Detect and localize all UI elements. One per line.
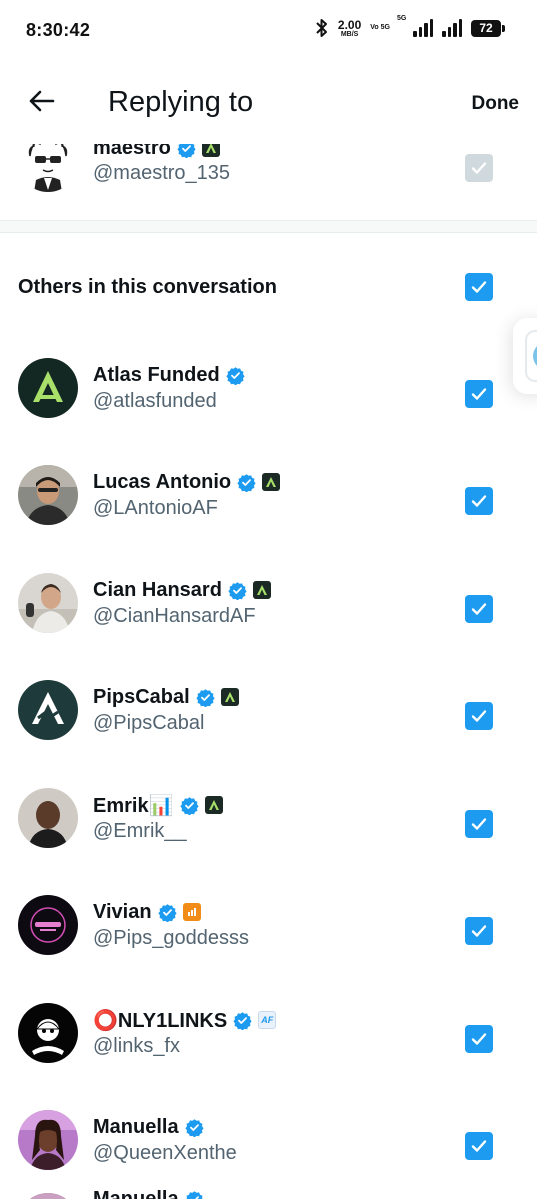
verified-badge-icon [184,1118,204,1137]
back-button[interactable] [24,84,58,118]
verified-badge-icon [185,1190,203,1199]
user-checkbox[interactable] [465,380,493,408]
status-icons: 2.00 MB/S Vo 5G 5G 72 [315,15,505,38]
user-row-partial[interactable]: Manuella [0,1180,537,1199]
user-name-line: Manuella [93,1186,204,1199]
affiliate-badge-icon [262,473,281,491]
primary-user-checkbox[interactable] [465,154,493,182]
back-arrow-icon [29,90,55,112]
avatar [18,1003,78,1063]
affiliate-badge-icon [252,581,271,599]
page-title: Replying to [108,86,254,118]
user-handle: @Pips_goddesss [93,927,249,949]
user-handle: @atlasfunded [93,390,217,412]
user-row-pipscabal[interactable]: PipsCabal @PipsCabal [0,662,537,769]
checkmark-icon [471,281,487,293]
user-name: Vivian [93,900,152,923]
user-checkbox[interactable] [465,810,493,838]
avatar [18,1193,78,1199]
checkmark-icon [471,162,487,174]
avatar [18,680,78,740]
avatar [18,358,78,418]
user-handle: @maestro_135 [93,162,231,184]
user-row-links-fx[interactable]: ⭕NLY1LINKS AF @links_fx [0,985,537,1092]
checkmark-icon [471,710,487,722]
checkmark-icon [471,925,487,937]
network-type: 5G [397,15,407,22]
status-bar: 8:30:42 2.00 MB/S Vo 5G 5G 72 [0,0,537,62]
battery-level: 72 [479,21,493,35]
battery-icon: 72 [471,19,505,37]
user-handle: @Emrik__ [93,820,187,842]
signal-icon: 5G [397,15,433,37]
user-name: PipsCabal [93,685,190,708]
user-row-cianhansardaf[interactable]: Cian Hansard @CianHansardAF [0,555,537,662]
user-handle: @links_fx [93,1035,180,1057]
network-speed: 2.00 MB/S [338,19,361,38]
done-button[interactable]: Done [472,93,520,115]
user-name-line: Manuella [93,1114,204,1140]
affiliate-badge-icon [182,903,201,921]
checkmark-icon [471,603,487,615]
verified-badge-icon [228,581,247,600]
user-checkbox[interactable] [465,487,493,515]
status-time: 8:30:42 [26,20,91,40]
avatar [18,895,78,955]
user-name-line: ⭕NLY1LINKS AF [93,1007,277,1033]
checkmark-icon [471,495,487,507]
affiliate-badge-icon: AF [258,1011,277,1029]
verified-badge-icon [179,796,199,815]
user-row-atlasfunded[interactable]: Atlas Funded @atlasfunded [0,340,537,447]
user-name-line: Atlas Funded [93,362,245,388]
user-name-line: Cian Hansard [93,577,271,603]
volte-indicator: Vo 5G [370,24,390,32]
affiliate-badge-icon [204,796,223,814]
signal-icon [442,19,462,37]
network-speed-unit: MB/S [340,30,359,38]
network-speed-value: 2.00 [337,17,362,32]
checkmark-icon [471,818,487,830]
checkmark-icon [471,1140,487,1152]
user-name: Atlas Funded [93,363,220,386]
user-name-line: Vivian [93,899,201,925]
user-name: Cian Hansard [93,578,222,601]
user-name: Manuella [93,1115,179,1138]
user-checkbox[interactable] [465,1132,493,1160]
user-row-vivian[interactable]: Vivian @Pips_goddesss [0,877,537,984]
avatar [18,788,78,848]
user-name: Emrik📊 [93,794,174,817]
verified-badge-icon [157,903,177,922]
avatar [18,573,78,633]
user-row-lantonioaf[interactable]: Lucas Antonio @LAntonioAF [0,447,537,554]
user-name: Manuella [93,1187,179,1199]
user-name: ⭕NLY1LINKS [93,1009,228,1032]
user-name-line: Lucas Antonio [93,469,281,495]
checkmark-icon [471,1033,487,1045]
user-handle: @PipsCabal [93,712,205,734]
user-handle: @QueenXenthe [93,1142,237,1164]
verified-badge-icon [196,688,215,707]
verified-badge-icon [233,1011,252,1030]
section-divider [0,220,537,233]
user-row-emrik[interactable]: Emrik📊 @Emrik__ [0,770,537,877]
avatar [18,465,78,525]
user-handle: @CianHansardAF [93,605,256,627]
avatar [18,1110,78,1170]
user-name-line: Emrik📊 [93,792,223,818]
user-handle: @LAntonioAF [93,497,218,519]
verified-badge-icon [237,473,256,492]
checkmark-icon [471,388,487,400]
user-checkbox[interactable] [465,702,493,730]
user-checkbox[interactable] [465,917,493,945]
header: Replying to Done [0,62,537,144]
verified-badge-icon [226,366,245,385]
user-checkbox[interactable] [465,1025,493,1053]
user-checkbox[interactable] [465,595,493,623]
bluetooth-icon [315,18,329,38]
user-name: Lucas Antonio [93,470,232,493]
section-title: Others in this conversation [18,276,277,298]
user-name-line: PipsCabal [93,684,239,710]
affiliate-badge-icon [220,688,239,706]
select-all-checkbox[interactable] [465,273,493,301]
